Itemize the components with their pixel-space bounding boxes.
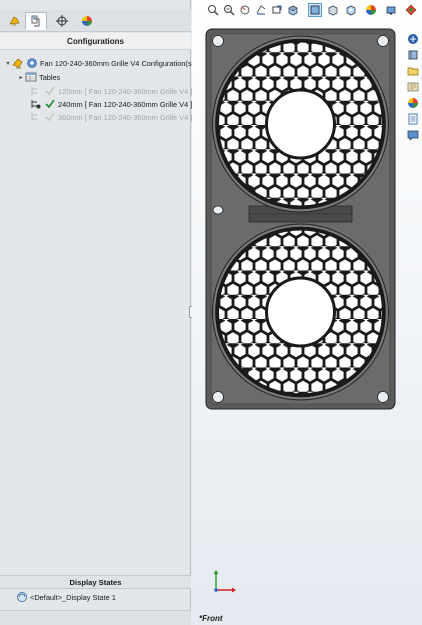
configurations-header: Configurations xyxy=(0,33,191,50)
property-manager-icon xyxy=(31,15,40,27)
expand-arrow-icon[interactable]: ▸ xyxy=(17,74,25,81)
config-item-120mm[interactable]: 120mm [ Fan 120-240-360mm Grille V4 ] xyxy=(30,84,192,98)
tree-item-tables[interactable]: ▸ Tables xyxy=(17,70,60,84)
design-library-icon[interactable] xyxy=(406,48,420,62)
edit-appearance-icon[interactable] xyxy=(344,3,358,17)
view-settings-icon[interactable] xyxy=(384,3,398,17)
zoom-to-fit-icon[interactable] xyxy=(206,3,220,17)
feature-manager-tabbar xyxy=(0,10,191,32)
inactive-config-icon xyxy=(31,113,37,121)
apply-scene-icon[interactable] xyxy=(364,3,378,17)
heads-up-view-toolbar xyxy=(192,0,422,20)
display-state-icon xyxy=(17,592,27,602)
appearances-icon[interactable] xyxy=(406,96,420,110)
featuremanager-tab[interactable] xyxy=(3,12,25,30)
hide-show-items-icon[interactable] xyxy=(326,3,340,17)
part-icon xyxy=(12,58,23,69)
previous-view-icon[interactable] xyxy=(238,3,252,17)
configurationmanager-tab[interactable] xyxy=(51,12,73,30)
config-label: 240mm [ Fan 120-240-360mm Grille V4 ] xyxy=(58,99,193,109)
displaymanager-tab[interactable] xyxy=(76,12,98,30)
custom-properties-icon[interactable] xyxy=(406,112,420,126)
feature-manager-panel: Configurations ▾ Fan 120-240-360mm Grill… xyxy=(0,0,192,625)
config-item-360mm[interactable]: 360mm [ Fan 120-240-360mm Grille V4 ] xyxy=(30,110,192,124)
file-explorer-icon[interactable] xyxy=(406,64,420,78)
configuration-target-icon xyxy=(56,15,68,27)
solidworks-forum-icon[interactable] xyxy=(406,128,420,142)
zoom-to-area-icon[interactable] xyxy=(222,3,236,17)
checkmark-icon xyxy=(45,112,55,122)
config-label: 120mm [ Fan 120-240-360mm Grille V4 ] xyxy=(58,86,193,96)
display-state-label: <Default>_Display State 1 xyxy=(30,592,116,602)
render-tools-icon[interactable] xyxy=(404,3,418,17)
view-orientation-label: *Front xyxy=(199,614,223,623)
tables-folder-icon xyxy=(25,72,37,82)
display-state-item[interactable]: <Default>_Display State 1 xyxy=(16,591,116,603)
fan-grille-model[interactable] xyxy=(205,28,396,410)
coordinate-triad-icon xyxy=(213,570,236,593)
configuration-gear-icon xyxy=(27,58,37,68)
config-root-label: Fan 120-240-360mm Grille V4 Configuratio… xyxy=(40,58,192,68)
collapse-arrow-icon[interactable]: ▾ xyxy=(4,60,12,67)
config-item-240mm[interactable]: 240mm [ Fan 120-240-360mm Grille V4 ] xyxy=(30,97,192,111)
config-tree-root[interactable]: ▾ Fan 120-240-360mm Grille V4 Configurat… xyxy=(4,56,192,70)
appearance-pie-icon xyxy=(82,16,92,26)
panel-bottom-strip xyxy=(0,610,191,625)
propertymanager-tab[interactable] xyxy=(25,12,47,30)
dynamic-annotation-icon[interactable] xyxy=(270,3,284,17)
config-label: 360mm [ Fan 120-240-360mm Grille V4 ] xyxy=(58,112,193,122)
tables-label: Tables xyxy=(39,72,61,82)
solidworks-resources-icon[interactable] xyxy=(406,32,420,46)
checkmark-icon xyxy=(45,99,55,109)
display-states-header: Display States xyxy=(0,575,191,589)
feature-tree-icon xyxy=(8,16,20,26)
view-palette-icon[interactable] xyxy=(406,80,420,94)
inactive-config-icon xyxy=(31,87,37,95)
active-config-icon xyxy=(31,100,41,109)
display-style-icon[interactable] xyxy=(308,3,322,17)
view-orientation-icon[interactable] xyxy=(286,3,300,17)
checkmark-icon xyxy=(45,86,55,96)
section-view-icon[interactable] xyxy=(254,3,268,17)
